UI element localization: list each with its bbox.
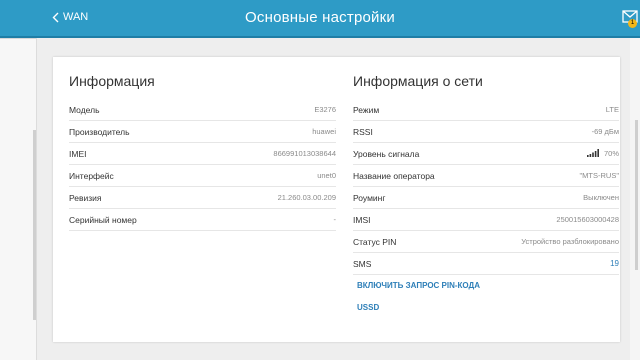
network-value: -69 дБм [591, 127, 619, 136]
info-value: 21.260.03.00.209 [277, 193, 336, 202]
info-row-interface: Интерфейс unet0 [69, 165, 336, 187]
network-label: Название оператора [353, 170, 435, 181]
info-label: Модель [69, 104, 100, 115]
enable-pin-request-link[interactable]: ВКЛЮЧИТЬ ЗАПРОС PIN-КОДА [353, 275, 619, 297]
network-row-imsi: IMSI 250015603000428 [353, 209, 619, 231]
info-value: huawei [312, 127, 336, 136]
network-label: RSSI [353, 126, 373, 137]
info-row-model: Модель E3276 [69, 99, 336, 121]
network-label: Режим [353, 104, 380, 115]
info-row-imei: IMEI 866991013038644 [69, 143, 336, 165]
info-row-revision: Ревизия 21.260.03.00.209 [69, 187, 336, 209]
info-value: E3276 [314, 105, 336, 114]
network-row-roaming: Роуминг Выключен [353, 187, 619, 209]
sidebar [0, 38, 37, 360]
network-row-sms[interactable]: SMS 19 [353, 253, 619, 275]
sidebar-scrollbar[interactable] [33, 130, 36, 320]
signal-percent: 70% [603, 149, 619, 158]
ussd-link[interactable]: USSD [353, 297, 619, 319]
sms-count-link[interactable]: 19 [610, 259, 619, 268]
page-title: Основные настройки [245, 9, 395, 26]
network-row-rssi: RSSI -69 дБм [353, 121, 619, 143]
settings-card: Информация Модель E3276 Производитель hu… [53, 57, 620, 342]
network-label: IMSI [353, 214, 371, 225]
top-bar: WAN Основные настройки [0, 0, 640, 38]
network-section: Информация о сети Режим LTE RSSI -69 дБм… [353, 73, 619, 319]
page-scrollbar[interactable] [635, 120, 638, 270]
network-value: "MTS-RUS" [579, 171, 620, 180]
signal-bars-icon [586, 148, 601, 159]
info-label: Серийный номер [69, 214, 137, 225]
info-label: Ревизия [69, 192, 102, 203]
network-value: 250015603000428 [556, 215, 619, 224]
network-row-mode: Режим LTE [353, 99, 619, 121]
notification-count-badge: 1 [628, 19, 637, 28]
network-label: Статус PIN [353, 236, 397, 247]
network-label: Роуминг [353, 192, 386, 203]
network-row-pin-status: Статус PIN Устройство разблокировано [353, 231, 619, 253]
network-value: Выключен [583, 193, 619, 202]
network-row-signal: Уровень сигнала 70% [353, 143, 619, 165]
info-section-title: Информация [69, 73, 155, 89]
info-label: IMEI [69, 148, 87, 159]
network-section-title: Информация о сети [353, 73, 483, 89]
network-value-signal: 70% [586, 148, 619, 159]
network-row-operator: Название оператора "MTS-RUS" [353, 165, 619, 187]
network-value: Устройство разблокировано [521, 237, 619, 246]
info-value: unet0 [317, 171, 336, 180]
network-label: Уровень сигнала [353, 148, 420, 159]
info-section: Информация Модель E3276 Производитель hu… [69, 73, 336, 231]
network-value: LTE [605, 105, 619, 114]
info-row-manufacturer: Производитель huawei [69, 121, 336, 143]
network-label: SMS [353, 258, 372, 269]
info-value: 866991013038644 [273, 149, 336, 158]
info-value: - [333, 215, 337, 224]
info-label: Интерфейс [69, 170, 114, 181]
info-label: Производитель [69, 126, 130, 137]
sidebar-divider [0, 38, 36, 39]
info-row-serial: Серийный номер - [69, 209, 336, 231]
